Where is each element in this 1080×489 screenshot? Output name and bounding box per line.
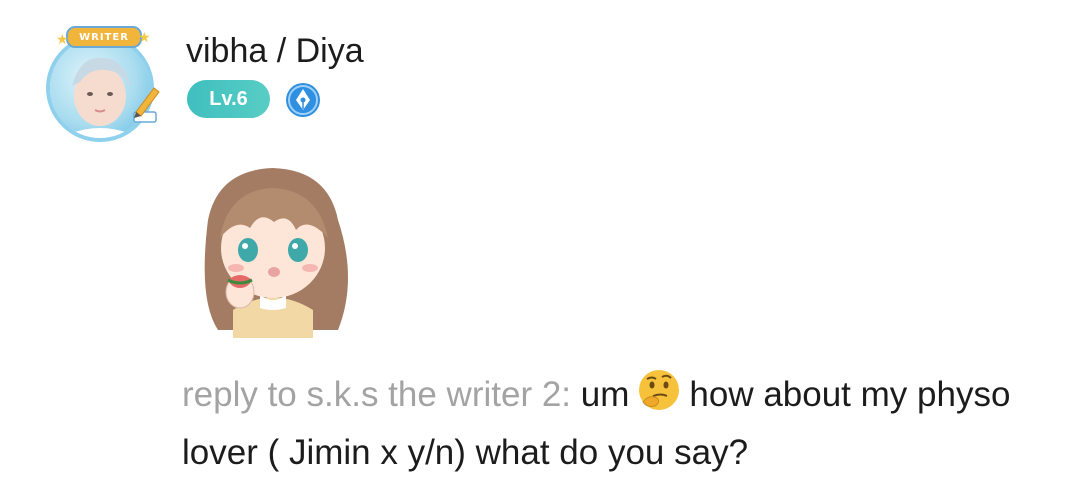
star-icon: ★: [138, 29, 151, 45]
reply-to-label[interactable]: reply to s.k.s the writer 2:: [182, 375, 571, 414]
author-avatar[interactable]: WRITER ★ ★: [44, 26, 164, 138]
comment-text-start: um: [580, 375, 630, 414]
star-icon: ★: [56, 31, 69, 47]
pen-icon: [133, 87, 160, 123]
thinking-face-emoji: [639, 370, 680, 410]
chibi-girl-eating-sticker: [204, 168, 348, 338]
author-name[interactable]: vibha / Diya: [186, 32, 364, 71]
level-badge: Lv.6: [187, 80, 270, 118]
pen-nib-badge-icon: [286, 83, 320, 117]
comment-body: reply to s.k.s the writer 2: um how abou…: [182, 366, 1042, 482]
writer-frame-label: WRITER: [66, 26, 142, 48]
